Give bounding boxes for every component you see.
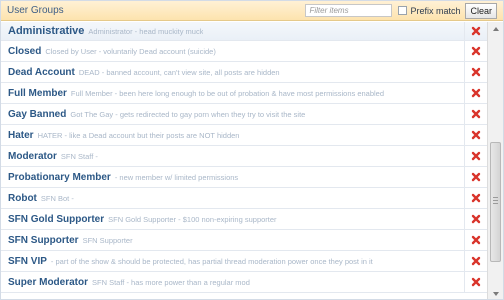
delete-icon[interactable]	[464, 146, 487, 166]
delete-icon[interactable]	[464, 104, 487, 124]
delete-icon[interactable]	[464, 209, 487, 229]
group-row: Robot SFN Bot -	[1, 188, 487, 209]
group-row: Closed Closed by User - voluntarily Dead…	[1, 41, 487, 62]
group-row: Dead Account DEAD - banned account, can'…	[1, 62, 487, 83]
scroll-up-icon[interactable]	[488, 22, 503, 36]
scroll-down-icon[interactable]	[488, 287, 503, 299]
delete-icon[interactable]	[464, 251, 487, 271]
group-name-link[interactable]: SFN VIP	[8, 256, 47, 267]
group-row: Administrative Administrator - head muck…	[1, 22, 487, 41]
filter-input[interactable]	[305, 4, 393, 17]
group-description: HATER - like a Dead account but their po…	[37, 130, 240, 140]
group-description: SFN Staff - has more power than a regula…	[92, 277, 250, 287]
group-row: Super Moderator SFN Staff - has more pow…	[1, 272, 487, 293]
group-row: SFN Supporter SFN Supporter	[1, 230, 487, 251]
group-description: - part of the show & should be protected…	[50, 256, 373, 266]
prefix-match-label: Prefix match	[410, 5, 461, 16]
group-row: SFN VIP - part of the show & should be p…	[1, 251, 487, 272]
group-name-link[interactable]: Hater	[8, 130, 34, 141]
group-list: Administrative Administrator - head muck…	[1, 22, 487, 299]
group-row: SFN Gold Supporter SFN Gold Supporter - …	[1, 209, 487, 230]
user-groups-panel: User Groups Prefix match Clear Administr…	[0, 0, 504, 300]
group-name-link[interactable]: Full Member	[8, 88, 67, 99]
group-name-link[interactable]: Administrative	[8, 25, 84, 37]
group-name-link[interactable]: Gay Banned	[8, 109, 66, 120]
group-name-link[interactable]: Robot	[8, 193, 37, 204]
group-description: SFN Bot -	[40, 193, 74, 203]
delete-icon[interactable]	[464, 22, 487, 40]
scroll-thumb[interactable]	[490, 142, 501, 262]
group-name-link[interactable]: SFN Gold Supporter	[8, 214, 104, 225]
group-description: SFN Supporter	[82, 235, 133, 245]
group-name-link[interactable]: Closed	[8, 46, 41, 57]
delete-icon[interactable]	[464, 167, 487, 187]
delete-icon[interactable]	[464, 188, 487, 208]
group-description: SFN Staff -	[60, 151, 98, 161]
group-name-link[interactable]: Dead Account	[8, 67, 75, 78]
group-name-link[interactable]: Super Moderator	[8, 277, 88, 288]
group-description: - new member w/ limited permissions	[114, 172, 239, 182]
group-row: Moderator SFN Staff -	[1, 146, 487, 167]
group-name-link[interactable]: Moderator	[8, 151, 57, 162]
group-row: Gay Banned Got The Gay - gets redirected…	[1, 104, 487, 125]
group-description: Closed by User - voluntarily Dead accoun…	[45, 46, 216, 56]
group-description: Got The Gay - gets redirected to gay por…	[70, 109, 306, 119]
group-description: Administrator - head muckity muck	[88, 26, 204, 36]
panel-title: User Groups	[7, 5, 64, 16]
delete-icon[interactable]	[464, 125, 487, 145]
delete-icon[interactable]	[464, 41, 487, 61]
group-description: Full Member - been here long enough to b…	[70, 88, 385, 98]
group-name-link[interactable]: Probationary Member	[8, 172, 111, 183]
clear-button[interactable]: Clear	[465, 2, 497, 19]
group-description: DEAD - banned account, can't view site, …	[78, 67, 280, 77]
delete-icon[interactable]	[464, 83, 487, 103]
group-row: Full Member Full Member - been here long…	[1, 83, 487, 104]
group-description: SFN Gold Supporter - $100 non-expiring s…	[108, 214, 277, 224]
delete-icon[interactable]	[464, 230, 487, 250]
group-name-link[interactable]: SFN Supporter	[8, 235, 79, 246]
group-row: Hater HATER - like a Dead account but th…	[1, 125, 487, 146]
prefix-match-checkbox[interactable]	[398, 6, 408, 15]
vertical-scrollbar[interactable]	[487, 22, 503, 299]
delete-icon[interactable]	[464, 272, 487, 292]
delete-icon[interactable]	[464, 62, 487, 82]
group-row: Probationary Member - new member w/ limi…	[1, 167, 487, 188]
toolbar: User Groups Prefix match Clear	[1, 1, 503, 21]
